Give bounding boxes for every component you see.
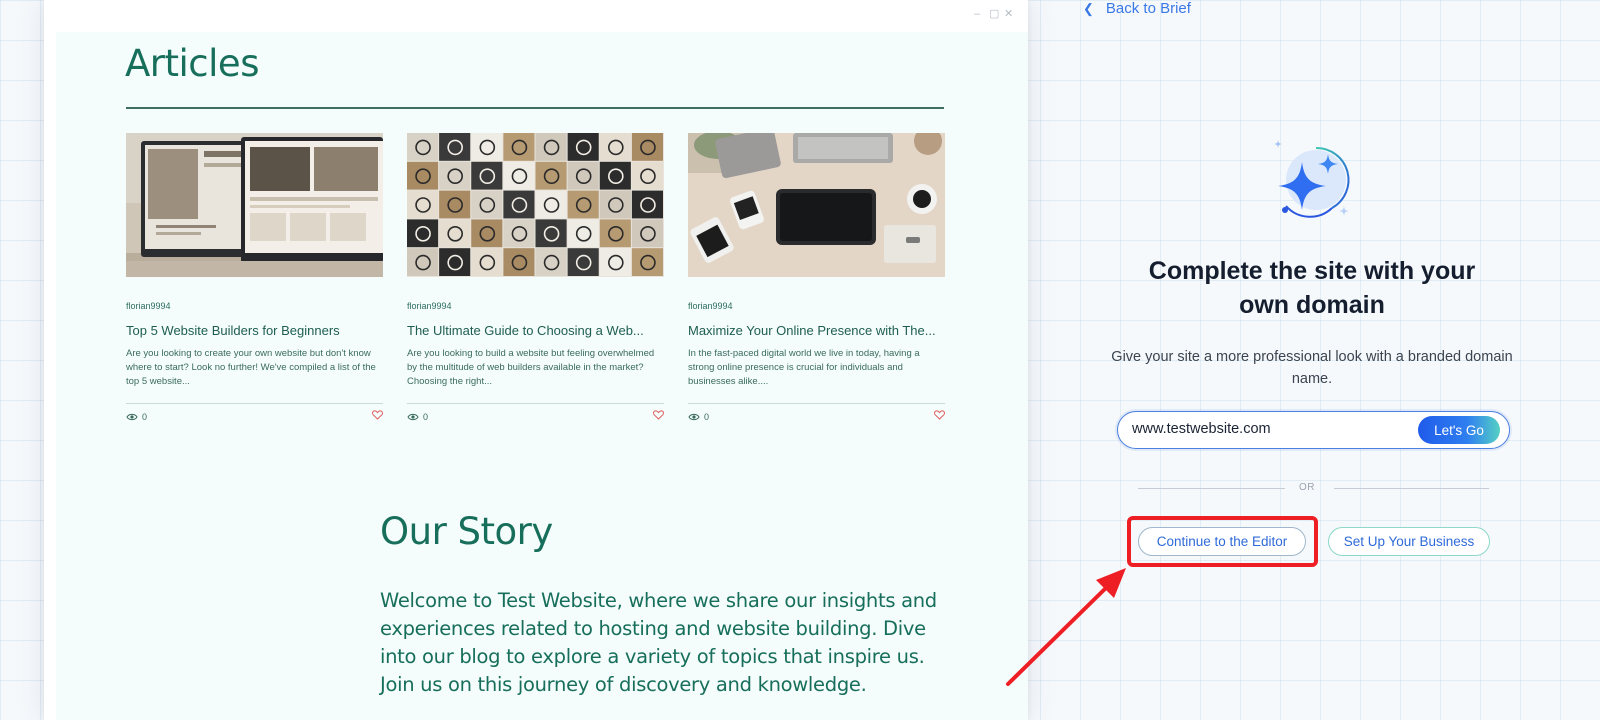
promo-title: Complete the site with your own domain [1110, 254, 1514, 322]
article-title[interactable]: Top 5 Website Builders for Beginners [126, 323, 383, 338]
our-story-body: Welcome to Test Website, where we share … [380, 589, 937, 696]
or-divider-right [1334, 488, 1489, 489]
close-icon[interactable]: ✕ [1004, 8, 1013, 20]
annotation-arrow [1006, 568, 1126, 686]
promo-description: Give your site a more professional look … [1111, 349, 1513, 387]
article-author[interactable]: florian9994 [407, 301, 452, 311]
card-divider [688, 403, 945, 404]
or-label: OR [1299, 482, 1315, 493]
views-count: 0 [423, 412, 429, 422]
article-thumbnail[interactable] [407, 133, 664, 277]
set-up-business-button[interactable]: Set Up Your Business [1328, 527, 1490, 556]
views-count: 0 [142, 412, 148, 422]
article-card[interactable]: florian9994 Maximize Your Online Presenc… [688, 133, 945, 423]
views-counter: 0 [407, 412, 428, 422]
article-card[interactable]: florian9994 Top 5 Website Builders for B… [126, 133, 383, 423]
heart-icon[interactable] [653, 410, 664, 420]
minimize-icon[interactable]: – [974, 8, 980, 20]
article-author[interactable]: florian9994 [688, 301, 733, 311]
maximize-icon[interactable]: ▢ [989, 8, 999, 20]
eye-icon [688, 413, 700, 421]
site-preview-window: – ▢ ✕ Articles florian9994 Top 5 Website… [44, 0, 1028, 720]
domain-search-box: Let's Go [1117, 411, 1510, 449]
back-to-brief-link[interactable]: ❮ Back to Brief [1083, 0, 1191, 17]
articles-divider [126, 107, 944, 109]
heart-icon[interactable] [372, 410, 383, 420]
article-author[interactable]: florian9994 [126, 301, 171, 311]
articles-heading: Articles [125, 42, 259, 85]
article-thumbnail[interactable] [688, 133, 945, 277]
preview-topbar: – ▢ ✕ [44, 0, 1028, 32]
domain-input[interactable] [1132, 421, 1422, 437]
article-thumbnail[interactable] [126, 133, 383, 277]
views-counter: 0 [688, 412, 709, 422]
article-title[interactable]: The Ultimate Guide to Choosing a Web... [407, 323, 664, 338]
or-divider-left [1138, 488, 1285, 489]
annotation-highlight-box [1127, 516, 1318, 567]
our-story-heading: Our Story [380, 510, 553, 553]
article-card[interactable]: florian9994 The Ultimate Guide to Choosi… [407, 133, 664, 423]
lets-go-button[interactable]: Let's Go [1418, 416, 1500, 444]
article-title[interactable]: Maximize Your Online Presence with The..… [688, 323, 945, 338]
promo-title-line1: Complete the site with your [1148, 257, 1476, 285]
chevron-left-icon: ❮ [1083, 0, 1094, 16]
eye-icon [407, 413, 419, 421]
sparkle-icon [1274, 140, 1350, 218]
card-divider [407, 403, 664, 404]
article-excerpt: Are you looking to create your own websi… [126, 348, 376, 387]
site-content: Articles florian9994 Top 5 Website Build… [56, 32, 1028, 720]
heart-icon[interactable] [934, 410, 945, 420]
views-count: 0 [704, 412, 710, 422]
article-excerpt: In the fast-paced digital world we live … [688, 348, 920, 387]
back-link-label: Back to Brief [1105, 0, 1191, 17]
eye-icon [126, 413, 138, 421]
article-excerpt: Are you looking to build a website but f… [407, 348, 655, 387]
promo-title-line2: own domain [1239, 291, 1385, 319]
views-counter: 0 [126, 412, 147, 422]
card-divider [126, 403, 383, 404]
